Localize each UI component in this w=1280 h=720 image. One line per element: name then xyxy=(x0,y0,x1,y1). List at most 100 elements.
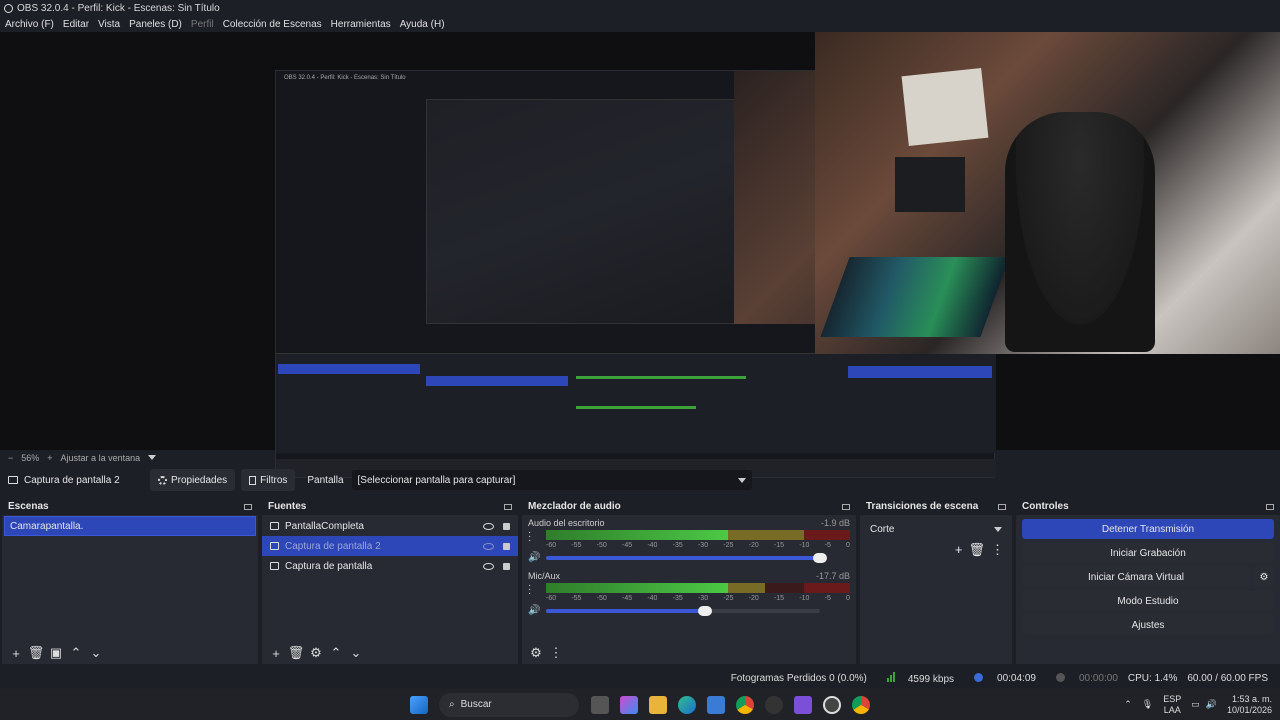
nested-inner-capture xyxy=(426,99,736,324)
menu-coleccion-escenas[interactable]: Colección de Escenas xyxy=(223,19,322,30)
source-item-label: Captura de pantalla xyxy=(285,560,373,572)
virtual-camera-settings-button[interactable]: ⚙ xyxy=(1254,567,1274,587)
scene-item[interactable]: Camarapantalla. xyxy=(4,516,256,536)
menu-dots-icon[interactable]: ⋮ xyxy=(991,542,1004,558)
search-icon: ⌕ xyxy=(449,699,455,710)
channel-menu-icon[interactable]: · · · xyxy=(528,581,531,599)
speaker-icon[interactable]: 🔊 xyxy=(528,605,540,616)
menu-perfil[interactable]: Perfil xyxy=(191,19,214,30)
preview-canvas[interactable]: OBS 32.0.4 - Perfil: Kick - Escenas: Sin… xyxy=(0,32,1280,478)
add-icon[interactable]: + xyxy=(955,542,963,558)
volume-icon[interactable]: 🔊 xyxy=(1206,699,1217,710)
volume-slider[interactable] xyxy=(546,553,827,563)
volume-slider[interactable] xyxy=(546,606,820,616)
gear-icon[interactable]: ⚙ xyxy=(308,645,324,661)
taskbar-search[interactable]: ⌕ Buscar xyxy=(439,692,579,717)
add-icon[interactable]: + xyxy=(8,645,24,661)
eye-icon[interactable] xyxy=(483,562,494,570)
controls-title: Controles xyxy=(1022,501,1069,512)
source-item[interactable]: Captura de pantalla xyxy=(262,556,518,576)
settings-button[interactable]: Ajustes xyxy=(1022,615,1274,635)
start-virtual-camera-button[interactable]: Iniciar Cámara Virtual xyxy=(1022,567,1250,587)
menu-archivo[interactable]: Archivo (F) xyxy=(5,19,54,30)
menu-vista[interactable]: Vista xyxy=(98,19,120,30)
obs-taskbar-icon[interactable] xyxy=(823,695,841,714)
windows-start-icon[interactable] xyxy=(410,695,428,714)
nested-title: OBS 32.0.4 - Perfil: Kick - Escenas: Sin… xyxy=(284,75,406,81)
store-icon[interactable] xyxy=(707,695,725,714)
undock-icon[interactable] xyxy=(1266,503,1274,510)
menu-ayuda[interactable]: Ayuda (H) xyxy=(400,19,445,30)
trash-icon[interactable]: 🗑 xyxy=(288,645,305,661)
stop-stream-button[interactable]: Detener Transmisión xyxy=(1022,519,1274,539)
start-recording-button[interactable]: Iniciar Grabación xyxy=(1022,543,1274,563)
menu-editar[interactable]: Editar xyxy=(63,19,89,30)
stop-stream-label: Detener Transmisión xyxy=(1101,523,1195,535)
menu-herramientas[interactable]: Herramientas xyxy=(331,19,391,30)
copilot-icon[interactable] xyxy=(620,695,638,714)
filter-icon[interactable]: ▣ xyxy=(48,645,64,661)
channel-menu-icon[interactable]: · · · xyxy=(528,528,531,546)
chevron-down-icon[interactable]: ⌄ xyxy=(88,645,104,661)
network-icon[interactable]: ▭ xyxy=(1191,699,1200,710)
add-icon[interactable]: + xyxy=(268,645,284,661)
mixer-header: Mezclador de audio xyxy=(522,498,856,515)
language-indicator[interactable]: ESP LAA xyxy=(1163,694,1181,716)
transition-select[interactable]: Corte xyxy=(864,519,1008,539)
teams-icon[interactable] xyxy=(794,695,812,714)
source-item-selected[interactable]: Captura de pantalla 2 xyxy=(262,536,518,556)
start-recording-label: Iniciar Grabación xyxy=(1110,547,1186,559)
studio-mode-button[interactable]: Modo Estudio xyxy=(1022,591,1274,611)
source-item[interactable]: PantallaCompleta xyxy=(262,516,518,536)
chevron-up-icon[interactable]: ⌃ xyxy=(68,645,84,661)
gear-icon xyxy=(158,475,167,485)
monitor-icon xyxy=(8,476,18,484)
camera-feed xyxy=(815,32,1280,354)
chevron-down-icon xyxy=(994,526,1002,532)
display-select-value: [Seleccionar pantalla para capturar] xyxy=(357,474,516,486)
properties-button[interactable]: Propiedades xyxy=(150,469,236,491)
undock-icon[interactable] xyxy=(504,503,512,510)
menu-paneles[interactable]: Paneles (D) xyxy=(129,19,182,30)
filter-icon xyxy=(249,475,257,485)
zoom-in-button[interactable]: + xyxy=(47,453,52,463)
zoom-out-button[interactable]: − xyxy=(8,453,13,463)
speaker-icon[interactable]: 🔊 xyxy=(528,552,540,563)
obs-logo-icon xyxy=(4,3,13,13)
edge-icon[interactable] xyxy=(678,695,696,714)
app-icon[interactable] xyxy=(765,695,783,714)
windows-taskbar: ⌕ Buscar ⌃ 🎙 ESP LAA ▭ 🔊 1:53 a. m. 10/01/… xyxy=(0,689,1280,720)
controls-dock: Controles Detener Transmisión Iniciar Gr… xyxy=(1016,498,1280,664)
undock-icon[interactable] xyxy=(998,503,1006,510)
chevron-up-icon[interactable]: ⌃ xyxy=(328,645,344,661)
task-view-icon[interactable] xyxy=(591,695,609,714)
chrome-icon[interactable] xyxy=(736,695,754,714)
display-select[interactable]: [Seleccionar pantalla para capturar] xyxy=(351,470,752,490)
eye-hidden-icon[interactable] xyxy=(483,542,494,550)
mic-icon[interactable]: 🎙 xyxy=(1142,699,1153,710)
undock-icon[interactable] xyxy=(842,503,850,510)
gear-icon: ⚙ xyxy=(1259,571,1269,583)
trash-icon[interactable]: 🗑 xyxy=(968,542,985,558)
file-explorer-icon[interactable] xyxy=(649,695,667,714)
window-title: OBS 32.0.4 - Perfil: Kick - Escenas: Sin… xyxy=(17,2,220,14)
chrome-icon[interactable] xyxy=(852,695,870,714)
lock-icon[interactable] xyxy=(503,522,510,530)
menu-dots-icon[interactable]: ⋮ xyxy=(548,645,564,661)
volume-knob[interactable] xyxy=(813,553,827,563)
mixer-settings-icon[interactable]: ⚙ xyxy=(528,645,544,661)
chevron-up-icon[interactable]: ⌃ xyxy=(1124,699,1132,710)
filters-button[interactable]: Filtros xyxy=(241,469,296,491)
mixer-channel: Audio del escritorio -1.9 dB · · · -60 -55-… xyxy=(528,518,850,566)
trash-icon[interactable]: 🗑 xyxy=(28,645,45,661)
clock[interactable]: 1:53 a. m. 10/01/2026 xyxy=(1227,694,1272,716)
meter-yellow xyxy=(728,530,805,540)
zoom-dropdown-icon[interactable] xyxy=(148,455,157,460)
fit-window-button[interactable]: Ajustar a la ventana xyxy=(61,453,141,463)
eye-icon[interactable] xyxy=(483,522,494,530)
chevron-down-icon[interactable]: ⌄ xyxy=(348,645,364,661)
lock-icon[interactable] xyxy=(503,562,510,570)
undock-icon[interactable] xyxy=(244,503,252,510)
volume-knob[interactable] xyxy=(697,606,712,616)
lock-icon[interactable] xyxy=(503,542,510,550)
